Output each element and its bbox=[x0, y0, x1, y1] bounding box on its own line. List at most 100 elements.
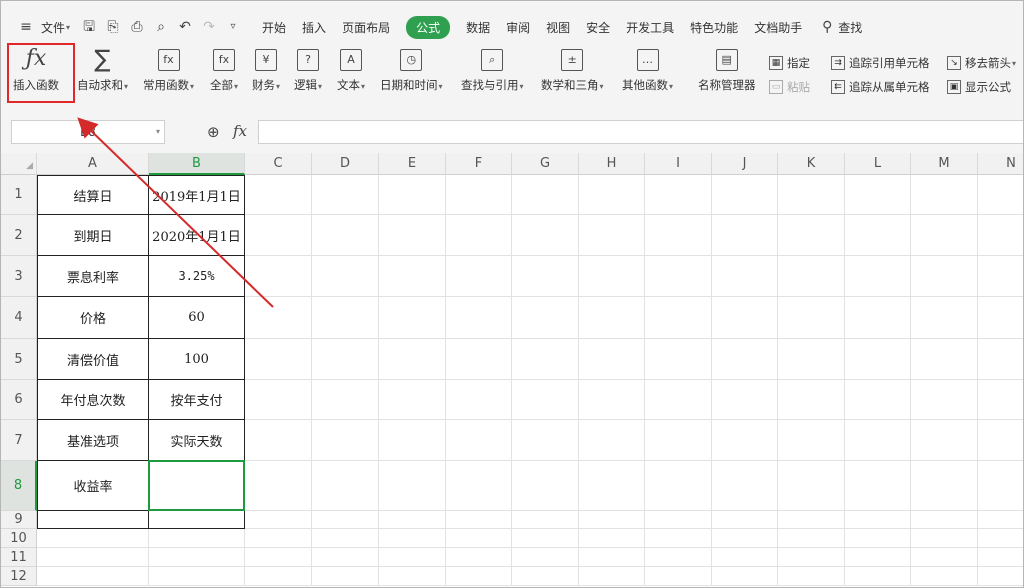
cell-E4[interactable] bbox=[379, 297, 446, 339]
column-header[interactable]: B bbox=[149, 153, 245, 175]
name-box[interactable]: B8 ▾ bbox=[11, 120, 165, 144]
cell-F7[interactable] bbox=[446, 420, 512, 461]
cell-L1[interactable] bbox=[845, 175, 911, 215]
row-header[interactable]: 12 bbox=[1, 567, 37, 586]
tab-3[interactable]: 公式 bbox=[406, 15, 451, 39]
cell-N8[interactable] bbox=[978, 461, 1023, 511]
cell-H11[interactable] bbox=[579, 548, 645, 567]
cell-C5[interactable] bbox=[245, 339, 312, 380]
cell-D1[interactable] bbox=[312, 175, 379, 215]
cell-A12[interactable] bbox=[37, 567, 149, 586]
cell-I11[interactable] bbox=[645, 548, 712, 567]
cell-K5[interactable] bbox=[778, 339, 845, 380]
row-header[interactable]: 7 bbox=[1, 420, 37, 461]
cell-B7[interactable]: 实际天数 bbox=[149, 420, 245, 461]
cell-C2[interactable] bbox=[245, 215, 312, 256]
cell-D11[interactable] bbox=[312, 548, 379, 567]
cell-B6[interactable]: 按年支付 bbox=[149, 380, 245, 420]
text-functions-button[interactable]: A 文本▾ bbox=[337, 45, 365, 93]
cell-D5[interactable] bbox=[312, 339, 379, 380]
tab-6[interactable]: 视图 bbox=[546, 19, 570, 36]
cell-C4[interactable] bbox=[245, 297, 312, 339]
cell-G10[interactable] bbox=[512, 529, 579, 548]
all-functions-button[interactable]: fx 全部▾ bbox=[210, 45, 238, 93]
cell-N12[interactable] bbox=[978, 567, 1023, 586]
specify-button[interactable]: ▦ 指定 bbox=[769, 55, 810, 71]
cell-M10[interactable] bbox=[911, 529, 978, 548]
print-icon[interactable]: ⎙ bbox=[128, 18, 146, 36]
cell-I6[interactable] bbox=[645, 380, 712, 420]
cell-L6[interactable] bbox=[845, 380, 911, 420]
cell-H2[interactable] bbox=[579, 215, 645, 256]
cell-B4[interactable]: 60 bbox=[149, 297, 245, 339]
cell-J7[interactable] bbox=[712, 420, 778, 461]
logic-button[interactable]: ? 逻辑▾ bbox=[294, 45, 322, 93]
tab-4[interactable]: 数据 bbox=[466, 19, 490, 36]
cell-H1[interactable] bbox=[579, 175, 645, 215]
cell-B3[interactable]: 3.25% bbox=[149, 256, 245, 297]
lookup-button[interactable]: ⌕ 查找与引用▾ bbox=[461, 45, 524, 93]
cell-F6[interactable] bbox=[446, 380, 512, 420]
cell-H9[interactable] bbox=[579, 511, 645, 529]
cell-E11[interactable] bbox=[379, 548, 446, 567]
cell-C1[interactable] bbox=[245, 175, 312, 215]
cell-I8[interactable] bbox=[645, 461, 712, 511]
cell-E10[interactable] bbox=[379, 529, 446, 548]
cell-H3[interactable] bbox=[579, 256, 645, 297]
cell-C3[interactable] bbox=[245, 256, 312, 297]
cell-M2[interactable] bbox=[911, 215, 978, 256]
row-header[interactable]: 4 bbox=[1, 297, 37, 339]
cell-M12[interactable] bbox=[911, 567, 978, 586]
formula-input[interactable] bbox=[258, 120, 1023, 144]
cell-N4[interactable] bbox=[978, 297, 1023, 339]
cell-D2[interactable] bbox=[312, 215, 379, 256]
cell-L9[interactable] bbox=[845, 511, 911, 529]
math-button[interactable]: ± 数学和三角▾ bbox=[541, 45, 604, 93]
cell-F12[interactable] bbox=[446, 567, 512, 586]
cell-I4[interactable] bbox=[645, 297, 712, 339]
cell-B1[interactable]: 2019年1月1日 bbox=[149, 175, 245, 215]
cell-I12[interactable] bbox=[645, 567, 712, 586]
trace-precedents-button[interactable]: ⇉ 追踪引用单元格 bbox=[831, 55, 930, 71]
cell-J6[interactable] bbox=[712, 380, 778, 420]
other-functions-button[interactable]: … 其他函数▾ bbox=[622, 45, 673, 93]
row-header[interactable]: 10 bbox=[1, 529, 37, 548]
column-header[interactable]: D bbox=[312, 153, 379, 175]
cell-D12[interactable] bbox=[312, 567, 379, 586]
cell-K7[interactable] bbox=[778, 420, 845, 461]
cell-K8[interactable] bbox=[778, 461, 845, 511]
cell-F2[interactable] bbox=[446, 215, 512, 256]
cell-J11[interactable] bbox=[712, 548, 778, 567]
cell-I7[interactable] bbox=[645, 420, 712, 461]
common-functions-button[interactable]: fx 常用函数▾ bbox=[143, 45, 194, 93]
name-manager-button[interactable]: ▤ 名称管理器 bbox=[698, 45, 756, 93]
row-header[interactable]: 2 bbox=[1, 215, 37, 256]
cell-E5[interactable] bbox=[379, 339, 446, 380]
tab-10[interactable]: 文档助手 bbox=[754, 19, 802, 36]
column-header[interactable]: F bbox=[446, 153, 512, 175]
cell-B10[interactable] bbox=[149, 529, 245, 548]
cell-M1[interactable] bbox=[911, 175, 978, 215]
cell-M11[interactable] bbox=[911, 548, 978, 567]
cell-F8[interactable] bbox=[446, 461, 512, 511]
cell-C11[interactable] bbox=[245, 548, 312, 567]
cell-L3[interactable] bbox=[845, 256, 911, 297]
tab-2[interactable]: 页面布局 bbox=[342, 19, 390, 36]
cell-K4[interactable] bbox=[778, 297, 845, 339]
cell-B11[interactable] bbox=[149, 548, 245, 567]
cell-L7[interactable] bbox=[845, 420, 911, 461]
cell-K12[interactable] bbox=[778, 567, 845, 586]
cell-F3[interactable] bbox=[446, 256, 512, 297]
cell-L5[interactable] bbox=[845, 339, 911, 380]
column-header[interactable]: I bbox=[645, 153, 712, 175]
cell-J3[interactable] bbox=[712, 256, 778, 297]
cell-J9[interactable] bbox=[712, 511, 778, 529]
cell-G8[interactable] bbox=[512, 461, 579, 511]
cell-B12[interactable] bbox=[149, 567, 245, 586]
column-header[interactable]: C bbox=[245, 153, 312, 175]
cell-D4[interactable] bbox=[312, 297, 379, 339]
row-header[interactable]: 1 bbox=[1, 175, 37, 215]
cell-G11[interactable] bbox=[512, 548, 579, 567]
column-header[interactable]: K bbox=[778, 153, 845, 175]
cell-A7[interactable]: 基准选项 bbox=[37, 420, 149, 461]
